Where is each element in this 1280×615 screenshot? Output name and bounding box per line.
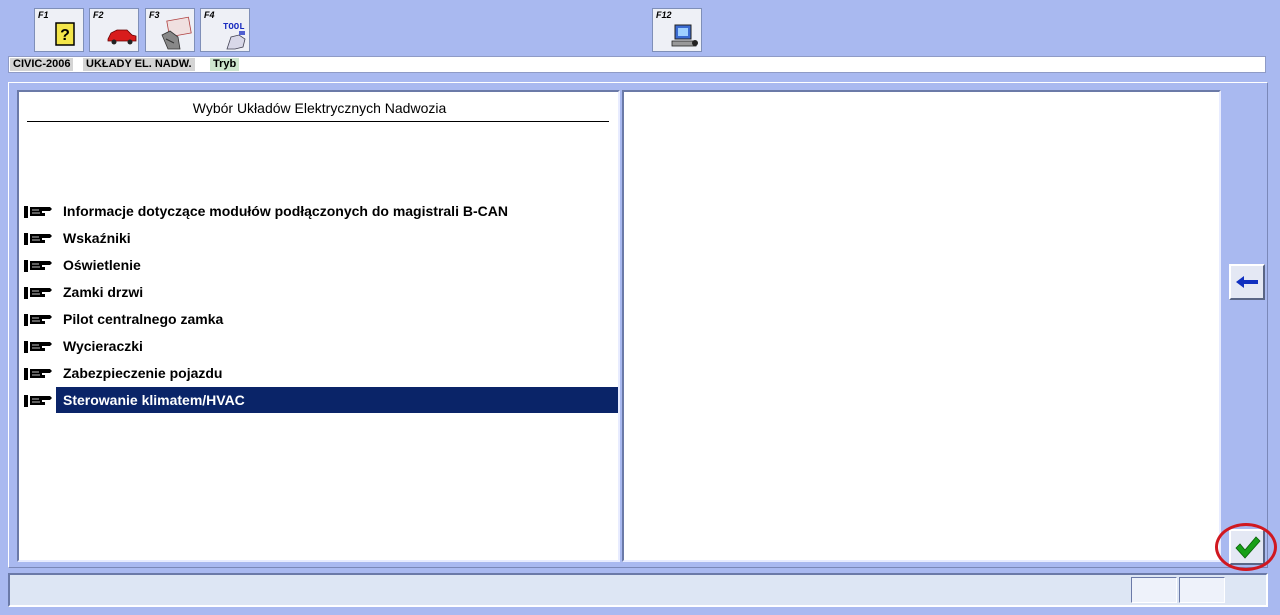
checkmark-icon [1235, 536, 1261, 559]
pointing-hand-icon [24, 206, 52, 218]
menu-item-wipers[interactable]: Wycieraczki [23, 333, 616, 359]
menu-item-label: Oświetlenie [63, 257, 141, 273]
pointing-hand-icon [24, 341, 52, 353]
tool-icon-text: TOOL [223, 22, 245, 32]
pointing-hand-icon [24, 368, 52, 380]
f3-data-button[interactable]: F3 [145, 8, 195, 52]
svg-text:?: ? [60, 27, 70, 44]
computer-icon [671, 24, 698, 47]
help-icon: ? [55, 22, 75, 46]
arrow-left-icon [1236, 276, 1258, 288]
f4-tool-button[interactable]: F4 TOOL [200, 8, 250, 52]
f1-help-button[interactable]: F1 ? [34, 8, 84, 52]
tool-icon: TOOL [223, 22, 246, 50]
menu-item-climate-hvac[interactable]: Sterowanie klimatem/HVAC [23, 387, 618, 413]
breadcrumb: CIVIC-2006 UKŁADY EL. NADW. Tryb [8, 56, 1266, 73]
pointing-hand-icon [24, 395, 52, 407]
f2-car-button[interactable]: F2 [89, 8, 139, 52]
pointing-hand-icon [24, 260, 52, 272]
pointing-hand-icon [24, 233, 52, 245]
title-divider [27, 121, 609, 122]
ok-button[interactable] [1229, 529, 1265, 565]
menu-item-label: Zabezpieczenie pojazdu [63, 365, 223, 381]
menu-item-indicators[interactable]: Wskaźniki [23, 225, 616, 251]
menu-item-label: Pilot centralnego zamka [63, 311, 224, 327]
details-panel [622, 90, 1221, 562]
data-hand-icon [161, 16, 192, 50]
panel-title: Wybór Układów Elektrycznych Nadwozia [192, 100, 447, 116]
menu-item-label: Sterowanie klimatem/HVAC [56, 387, 618, 413]
toolbar: F1 ? F2 F3 F4 TOOL F12 [0, 0, 1280, 54]
menu-item-door-locks[interactable]: Zamki drzwi [23, 279, 616, 305]
breadcrumb-mode: Tryb [210, 58, 240, 71]
back-button[interactable] [1229, 264, 1265, 300]
breadcrumb-section: UKŁADY EL. NADW. [83, 58, 195, 71]
menu-item-lighting[interactable]: Oświetlenie [23, 252, 616, 278]
breadcrumb-vehicle: CIVIC-2006 [10, 58, 74, 71]
pointing-hand-icon [24, 287, 52, 299]
f12-computer-button[interactable]: F12 [652, 8, 702, 52]
menu-item-label: Wskaźniki [63, 230, 131, 246]
system-selection-panel: Wybór Układów Elektrycznych Nadwozia Inf… [17, 90, 620, 562]
status-bar [8, 573, 1268, 607]
menu-item-label: Wycieraczki [63, 338, 143, 354]
status-cell-1 [1131, 577, 1177, 603]
car-icon [107, 29, 137, 45]
menu-item-bcan-modules[interactable]: Informacje dotyczące modułów podłączonyc… [23, 198, 616, 224]
menu-item-label: Zamki drzwi [63, 284, 144, 300]
menu-item-vehicle-security[interactable]: Zabezpieczenie pojazdu [23, 360, 616, 386]
menu-item-remote-central-lock[interactable]: Pilot centralnego zamka [23, 306, 616, 332]
status-cell-2 [1179, 577, 1225, 603]
menu-item-label: Informacje dotyczące modułów podłączonyc… [63, 203, 508, 219]
pointing-hand-icon [24, 314, 52, 326]
